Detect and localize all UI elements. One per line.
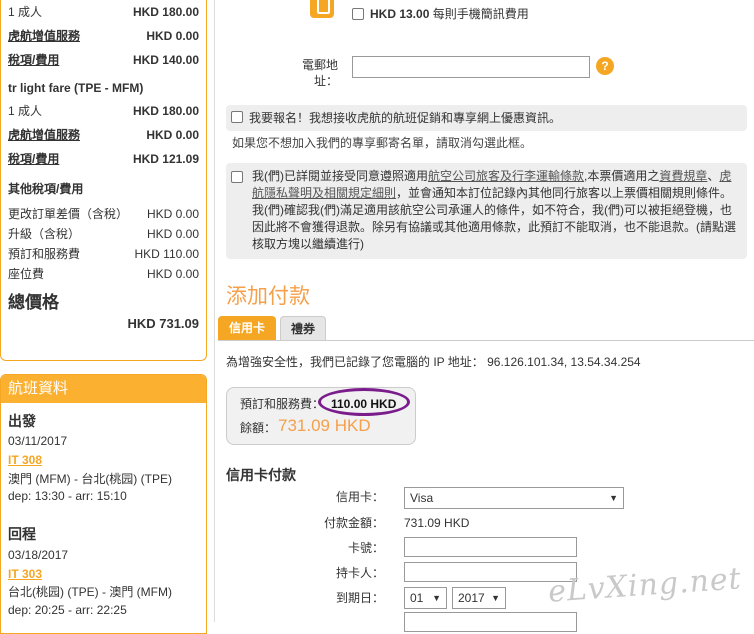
summary-row: 1 成人 HKD 180.00 (8, 104, 199, 118)
return-date: 03/18/2017 (8, 548, 69, 562)
credit-card-title: 信用卡付款 (226, 467, 296, 483)
summary-row[interactable]: 虎航增值服務 HKD 0.00 (8, 126, 199, 144)
amount-value: 731.09 HKD (404, 516, 470, 530)
promo-text: 我要報名！我想接收虎航的航班促銷和專享網上優惠資訊。 (249, 111, 562, 125)
return-route: 台北(桃园) (TPE) - 澳門 (MFM) (8, 585, 172, 599)
summary-row: 1 成人 HKD 180.00 (8, 5, 199, 19)
depart-route: 澳門 (MFM) - 台北(桃园) (TPE) (8, 472, 172, 486)
tab-credit-card[interactable]: 信用卡 (218, 316, 276, 340)
expiry-month-select[interactable]: 01 ▼ (404, 587, 447, 609)
email-label: 電郵地址： (301, 58, 338, 88)
email-input[interactable] (352, 56, 590, 78)
other-taxes-title: 其他稅項/費用 (8, 182, 84, 196)
add-payment-title: 添加付款 (226, 285, 310, 308)
main-content: HKD 13.00 每則手機簡訊費用 電郵地址： ? 我要報名！我想接收虎航的航… (218, 0, 754, 632)
amount-label: 付款金額： (323, 516, 384, 530)
card-type-select[interactable]: Visa ▼ (404, 487, 624, 509)
expiry-year-select[interactable]: 2017 ▼ (452, 587, 506, 609)
card-type-label: 信用卡： (335, 490, 384, 504)
fee-label: 預訂和服務費： (240, 397, 325, 411)
flight-info-header: 航班資料 (1, 375, 206, 403)
mobile-phone-icon (310, 0, 334, 18)
total-label: 總價格 (8, 293, 59, 312)
tab-voucher[interactable]: 禮券 (280, 316, 326, 340)
return-title: 回程 (8, 526, 36, 542)
terms-checkbox[interactable] (231, 171, 243, 183)
ip-notice: 為增強安全性，我們已記錄了您電腦的 IP 地址： 96.126.101.34, … (226, 355, 641, 369)
flight-info-panel: 航班資料 出發 03/11/2017 IT 308 澳門 (MFM) - 台北(… (0, 374, 207, 634)
depart-flight-link[interactable]: IT 308 (8, 452, 42, 468)
balance-value: 731.09 HKD (278, 416, 371, 435)
summary-row[interactable]: 稅項/費用 HKD 140.00 (8, 51, 199, 69)
total-value: HKD 731.09 (127, 316, 199, 331)
left-sidebar: 1 成人 HKD 180.00 虎航增值服務 HKD 0.00 稅項/費用 HKD 1… (0, 0, 207, 634)
highlight-circle (318, 388, 410, 416)
chevron-down-icon: ▼ (491, 593, 500, 603)
summary-row[interactable]: 虎航增值服務 HKD 0.00 (8, 27, 199, 45)
depart-date: 03/11/2017 (8, 434, 68, 448)
value-added-link[interactable]: 虎航增值服務 (8, 126, 80, 144)
taxes-link[interactable]: 稅項/費用 (8, 150, 59, 168)
summary-row: 座位費 HKD 0.00 (8, 267, 199, 281)
summary-row: 更改訂單差價（含稅） HKD 0.00 (8, 207, 199, 221)
card-number-label: 卡號： (347, 541, 384, 555)
depart-time: dep: 13:30 - arr: 15:10 (8, 489, 127, 503)
terms-text: 我(們)已詳閱並接受同意遵照適用航空公司旅客及行李運輸條款,本票價適用之資費規章… (252, 169, 736, 251)
sms-checkbox[interactable] (352, 8, 364, 20)
value-added-link[interactable]: 虎航增值服務 (8, 27, 80, 45)
card-number-input[interactable] (404, 537, 577, 557)
return-time: dep: 20:25 - arr: 22:25 (8, 603, 127, 617)
return-fare-title: tr light fare (TPE - MFM) (8, 81, 144, 95)
carriage-terms-link[interactable]: 航空公司旅客及行李運輸條款 (428, 169, 584, 183)
return-flight-link[interactable]: IT 303 (8, 566, 42, 582)
column-divider (214, 0, 215, 622)
chevron-down-icon: ▼ (432, 593, 441, 603)
sms-text: HKD 13.00 每則手機簡訊費用 (370, 7, 529, 21)
summary-row: 預訂和服務費 HKD 110.00 (8, 247, 199, 261)
fare-rules-link[interactable]: 資費規章 (659, 169, 707, 183)
taxes-link[interactable]: 稅項/費用 (8, 51, 59, 69)
expiry-label: 到期日： (335, 591, 384, 605)
balance-label: 餘額： (240, 421, 277, 435)
chevron-down-icon: ▼ (609, 493, 618, 503)
depart-title: 出發 (8, 413, 36, 429)
summary-row[interactable]: 稅項/費用 HKD 121.09 (8, 150, 199, 168)
cvv-input[interactable] (404, 612, 577, 632)
tab-underline (218, 340, 754, 341)
help-icon[interactable]: ? (596, 57, 614, 75)
cardholder-label: 持卡人： (335, 566, 384, 580)
promo-checkbox[interactable] (231, 111, 243, 123)
summary-row: 升級（含稅） HKD 0.00 (8, 227, 199, 241)
price-summary: 1 成人 HKD 180.00 虎航增值服務 HKD 0.00 稅項/費用 HKD 1… (0, 0, 207, 361)
unsubscribe-note: 如果您不想加入我們的專享郵寄名單，請取消勾選此框。 (232, 136, 533, 150)
